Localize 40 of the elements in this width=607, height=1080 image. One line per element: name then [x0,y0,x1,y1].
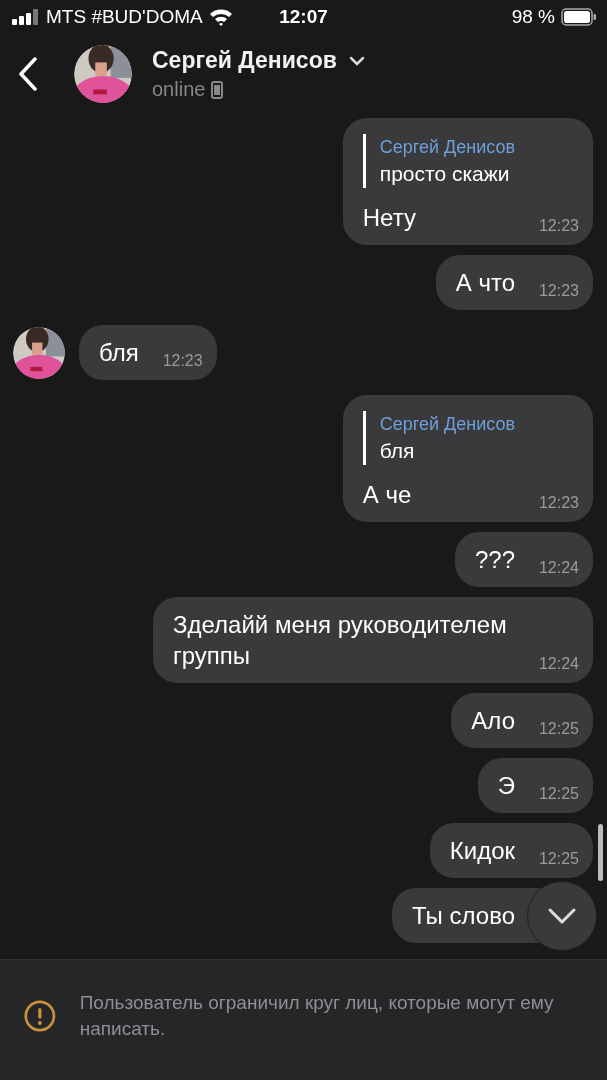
message-time: 12:23 [162,352,203,370]
battery-icon [561,8,597,26]
quoted-message[interactable]: Сергей Денисов бля [362,411,515,465]
back-button[interactable] [18,57,38,91]
message-time: 12:24 [538,655,579,673]
message-time: 12:23 [538,282,579,300]
warning-icon [24,998,56,1034]
scrollbar[interactable] [598,824,603,881]
message-text: А че [362,480,412,510]
carrier-name: MTS #BUD'DOMA [46,6,203,28]
message-text: Нету [362,203,416,233]
message-text: А что [455,268,515,298]
message-text: бля [99,338,139,368]
phone-icon [211,80,224,99]
quoted-text: бля [379,438,416,464]
signal-icon [12,9,40,25]
chevron-down-icon[interactable] [348,55,365,66]
wifi-icon [208,8,233,26]
restriction-notice: Пользователь ограничил круг лиц, которые могут ему написать. [79,991,555,1041]
quoted-text: просто скажи [379,161,511,187]
message-time: 12:25 [538,785,579,803]
message-time: 12:23 [538,494,579,512]
message-text: Кидок [449,836,515,866]
message-text: Ты слово [412,901,515,931]
status-time: 12:07 [279,6,328,28]
message-time: 12:23 [538,217,579,235]
online-status: online [152,78,206,101]
battery-percent: 98 % [511,6,555,28]
message-time: 12:25 [538,720,579,738]
chevron-down-icon[interactable] [547,907,577,925]
quoted-message[interactable]: Сергей Денисов просто скажи [362,134,515,188]
quoted-author: Сергей Денисов [379,136,515,159]
message-text: Зделайй меня руководителем группы [173,610,508,671]
message-time: 12:25 [538,850,579,868]
quoted-author: Сергей Денисов [379,413,515,436]
message-time: 12:24 [538,559,579,577]
contact-name[interactable]: Сергей Денисов [152,47,337,74]
message-text: Ало [471,706,515,736]
message-text: ??? [474,545,515,575]
message-text: Э [497,771,515,801]
